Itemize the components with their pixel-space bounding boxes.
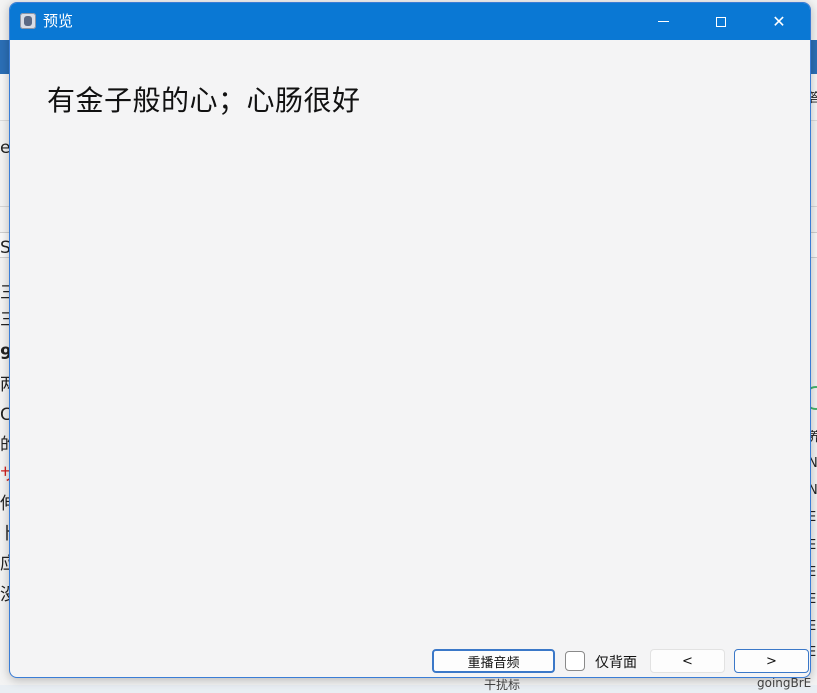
close-button[interactable]: ✕ xyxy=(756,3,802,40)
background-bottom-label: goingBrE xyxy=(757,676,812,690)
back-only-checkbox[interactable] xyxy=(565,651,585,671)
window-title: 预览 xyxy=(43,12,74,30)
card-preview-text: 有金子般的心；心肠很好 xyxy=(47,84,361,117)
replay-audio-button[interactable]: 重播音频 xyxy=(432,649,555,673)
minimize-icon xyxy=(657,21,669,22)
app-icon xyxy=(20,13,36,29)
maximize-button[interactable] xyxy=(698,3,744,40)
title-bar[interactable]: 预览 ✕ xyxy=(10,3,810,40)
back-only-label[interactable]: 仅背面 xyxy=(595,652,637,672)
next-button[interactable]: > xyxy=(734,649,809,673)
minimize-button[interactable] xyxy=(640,3,686,40)
previous-button[interactable]: < xyxy=(650,649,725,673)
preview-dialog: 预览 ✕ 有金子般的心；心肠很好 重播音频 仅背面 < > xyxy=(9,2,811,678)
maximize-icon xyxy=(716,16,726,27)
close-icon: ✕ xyxy=(772,12,786,31)
